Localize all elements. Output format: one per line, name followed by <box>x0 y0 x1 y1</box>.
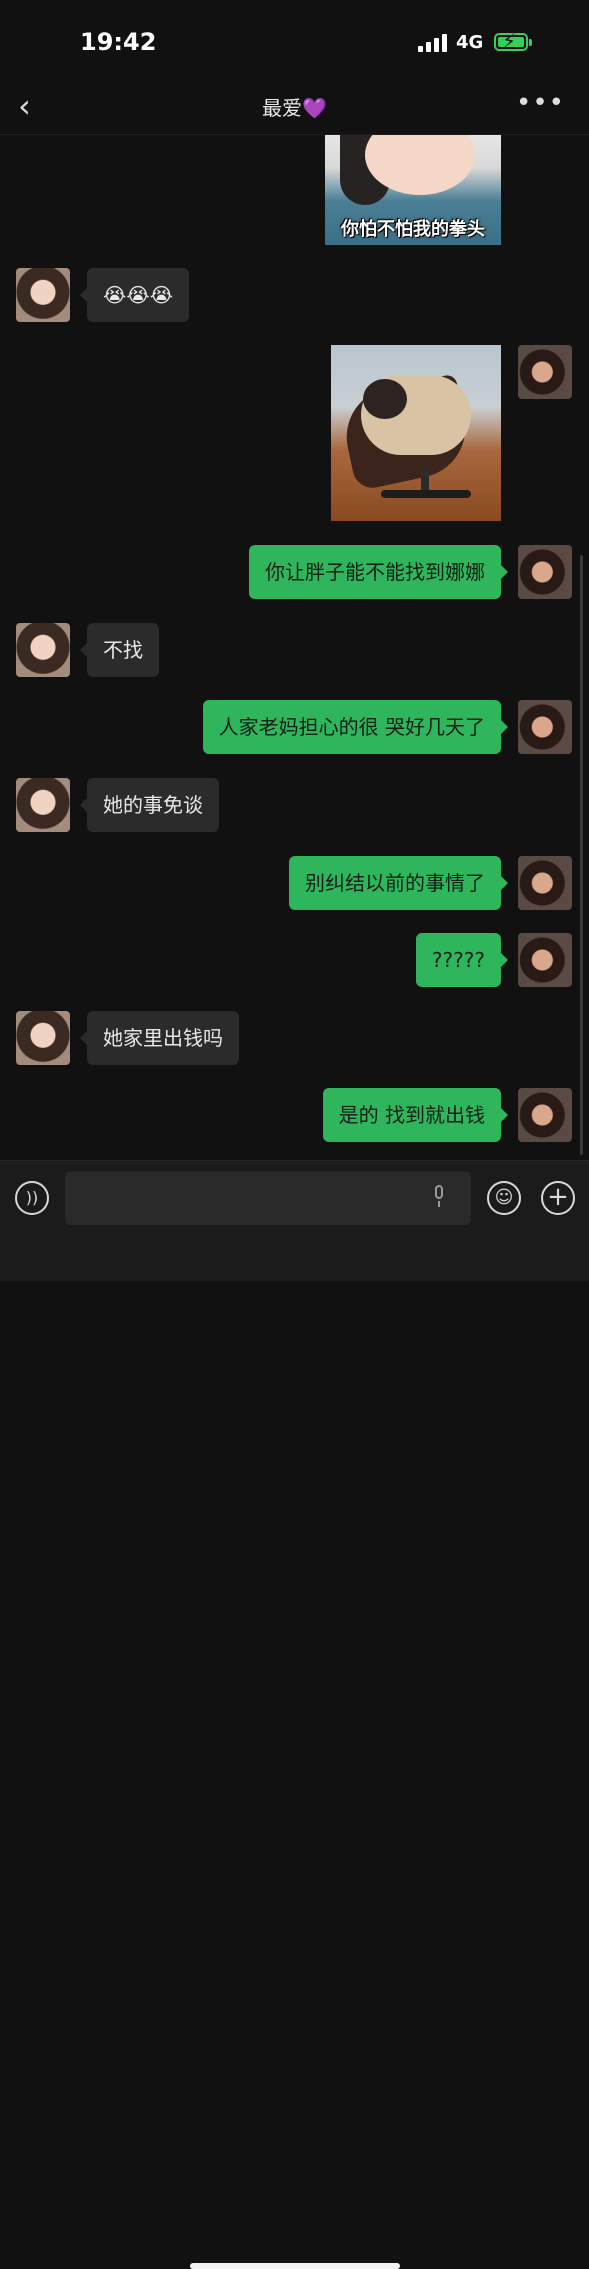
more-icon[interactable]: ••• <box>516 88 565 118</box>
status-bar: 19:42 4G ⚡ <box>0 0 589 80</box>
battery-cap <box>529 39 532 46</box>
message-bubble-out[interactable]: 人家老妈担心的很 哭好几天了 <box>202 700 509 754</box>
microphone-icon[interactable] <box>432 1185 446 1207</box>
avatar-her[interactable] <box>16 268 70 322</box>
signal-icon <box>418 34 448 52</box>
message-bubble-out[interactable]: 别纠结以前的事情了 <box>289 856 508 910</box>
plus-icon[interactable]: + <box>541 1181 575 1215</box>
message-bubble-in[interactable]: 不找 <box>80 623 159 677</box>
avatar-me[interactable] <box>518 345 572 399</box>
avatar-me[interactable] <box>518 856 572 910</box>
avatar-me[interactable] <box>518 545 572 599</box>
sticker-message[interactable] <box>331 345 501 521</box>
home-indicator <box>190 2263 400 2269</box>
clock: 19:42 <box>80 28 157 56</box>
avatar-me[interactable] <box>518 700 572 754</box>
network-type: 4G <box>456 32 484 53</box>
message-bubble-in[interactable]: 她家里出钱吗 <box>80 1011 239 1065</box>
voice-icon[interactable]: )) <box>15 1181 49 1215</box>
charging-icon: ⚡ <box>502 29 517 53</box>
avatar-me[interactable] <box>518 933 572 987</box>
chat-title: 最爱💜 <box>262 96 327 120</box>
sticker-caption: 你怕不怕我的拳头 <box>341 219 485 240</box>
message-bubble-in[interactable]: 😭😭😭 <box>79 268 190 322</box>
avatar-me[interactable] <box>518 1088 572 1142</box>
message-bubble-out[interactable]: 你让胖子能不能找到娜娜 <box>249 545 508 599</box>
avatar-her[interactable] <box>16 623 70 677</box>
sticker-message[interactable]: 你怕不怕我的拳头 <box>325 135 501 245</box>
message-bubble-out[interactable]: ????? <box>415 933 509 987</box>
message-bubble-out[interactable]: 是的 找到就出钱 <box>322 1088 509 1142</box>
nav-bar: ‹ 最爱💜 ••• <box>0 80 589 135</box>
emoji-icon[interactable]: ☺ <box>487 1181 521 1215</box>
avatar-her[interactable] <box>16 1011 70 1065</box>
scrollbar[interactable] <box>580 555 583 1155</box>
message-input[interactable] <box>65 1171 471 1225</box>
input-bar: )) ☺ + <box>0 1160 589 2269</box>
chat-area[interactable]: 你怕不怕我的拳头 😭😭😭 你让胖子能不能找到娜娜 不找 人家老妈担心的很 哭好几… <box>0 135 589 1160</box>
message-bubble-in[interactable]: 她的事免谈 <box>80 778 219 832</box>
avatar-her[interactable] <box>16 778 70 832</box>
